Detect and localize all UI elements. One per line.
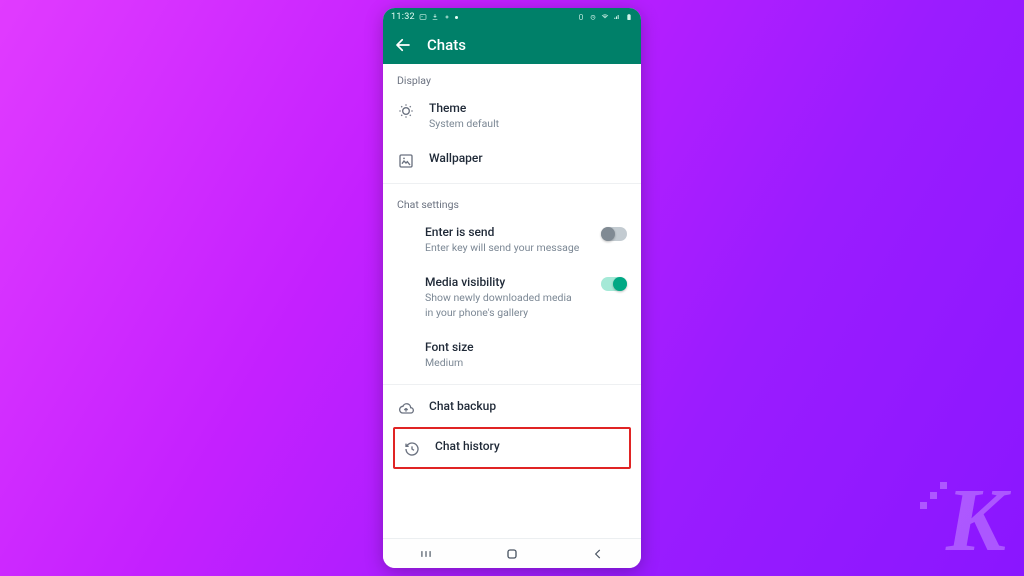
row-font-size[interactable]: Font size Medium — [383, 330, 641, 380]
page-title: Chats — [427, 36, 466, 54]
divider — [383, 183, 641, 184]
chevron-left-icon — [591, 547, 605, 561]
watermark-logo: K — [946, 476, 1006, 566]
wifi-icon — [601, 13, 609, 21]
settings-content[interactable]: Display Theme System default — [383, 64, 641, 538]
history-icon — [404, 441, 420, 457]
row-theme[interactable]: Theme System default — [383, 91, 641, 141]
row-chat-history[interactable]: Chat history — [395, 429, 629, 467]
divider — [383, 384, 641, 385]
cloud-upload-icon — [398, 401, 414, 417]
row-title: Enter is send — [425, 225, 581, 239]
theme-icon — [398, 103, 414, 119]
row-subtitle: Show newly downloaded media in your phon… — [425, 291, 581, 319]
row-title: Media visibility — [425, 275, 581, 289]
download-icon — [431, 13, 439, 21]
row-title: Chat history — [435, 439, 623, 453]
row-media-visibility[interactable]: Media visibility Show newly downloaded m… — [383, 265, 641, 329]
more-indicator-icon — [455, 16, 458, 19]
home-icon — [504, 546, 520, 562]
arrow-left-icon — [394, 36, 412, 54]
app-bar: Chats — [383, 26, 641, 64]
row-subtitle: System default — [429, 117, 627, 131]
status-time: 11:32 — [391, 12, 415, 22]
row-title: Wallpaper — [429, 151, 627, 165]
recents-icon — [417, 547, 435, 561]
nav-recents-button[interactable] — [408, 544, 444, 564]
row-enter-is-send[interactable]: Enter is send Enter key will send your m… — [383, 215, 641, 265]
battery-icon — [625, 13, 633, 21]
highlight-chat-history: Chat history — [393, 427, 631, 469]
wallpaper-icon — [398, 153, 414, 169]
section-label-chat-settings: Chat settings — [383, 188, 641, 215]
watermark-pixels-icon — [920, 482, 947, 509]
toggle-media-visibility[interactable] — [601, 277, 627, 291]
back-button[interactable] — [393, 35, 413, 55]
alarm-icon — [589, 13, 597, 21]
row-title: Chat backup — [429, 399, 627, 413]
android-nav-bar — [383, 538, 641, 568]
nav-back-button[interactable] — [580, 544, 616, 564]
nav-home-button[interactable] — [494, 544, 530, 564]
row-title: Theme — [429, 101, 627, 115]
settings-small-icon — [443, 13, 451, 21]
row-wallpaper[interactable]: Wallpaper — [383, 141, 641, 179]
status-bar: 11:32 — [383, 8, 641, 26]
signal-icon — [613, 13, 621, 21]
row-subtitle: Enter key will send your message — [425, 241, 581, 255]
phone-frame: 11:32 Chats Display — [383, 8, 641, 568]
image-icon — [419, 13, 427, 21]
toggle-enter-is-send[interactable] — [601, 227, 627, 241]
section-label-display: Display — [383, 64, 641, 91]
background-gradient: 11:32 Chats Display — [0, 0, 1024, 576]
row-subtitle: Medium — [425, 356, 627, 370]
vibrate-icon — [577, 13, 585, 21]
row-chat-backup[interactable]: Chat backup — [383, 389, 641, 427]
row-title: Font size — [425, 340, 627, 354]
